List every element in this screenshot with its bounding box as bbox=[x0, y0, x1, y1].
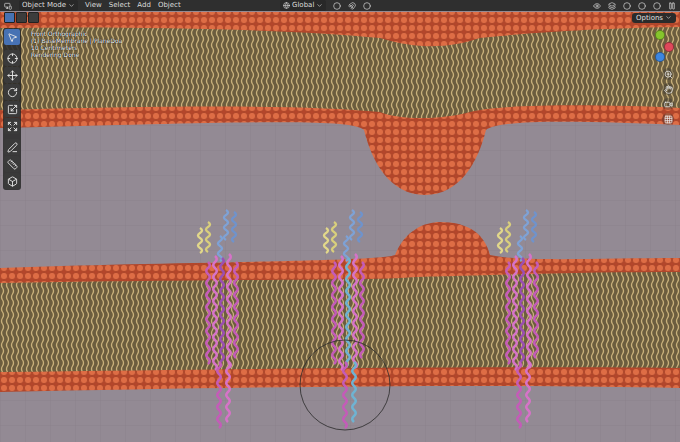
tool-button[interactable] bbox=[4, 50, 20, 66]
snap-icon[interactable] bbox=[348, 2, 356, 10]
tool-button[interactable] bbox=[4, 29, 20, 45]
menu-item[interactable]: Select bbox=[109, 0, 131, 11]
header-bar: Object Mode View Select Add Object Global bbox=[0, 0, 680, 11]
brush-circle-icon bbox=[300, 340, 390, 430]
tool-button[interactable] bbox=[4, 84, 20, 100]
measure-icon bbox=[7, 159, 18, 170]
info-line: 10 Centimeters bbox=[31, 44, 122, 51]
viewport-canvas[interactable] bbox=[0, 11, 680, 442]
scale-icon bbox=[7, 104, 18, 115]
axis-dot[interactable] bbox=[655, 52, 665, 62]
tool-button[interactable] bbox=[4, 156, 20, 172]
header-left: Object Mode View Select Add Object bbox=[4, 0, 274, 11]
tool-button[interactable] bbox=[4, 173, 20, 189]
move-icon bbox=[7, 70, 18, 81]
viewport-toolbar: Options bbox=[4, 12, 676, 23]
select-mode-button[interactable] bbox=[16, 12, 27, 23]
pause-icon[interactable] bbox=[668, 2, 676, 10]
chevron-icon bbox=[68, 2, 75, 9]
axis-dot[interactable] bbox=[655, 30, 665, 40]
cursor-icon bbox=[7, 53, 18, 64]
lower-membrane[interactable] bbox=[0, 222, 680, 392]
zoom-icon bbox=[664, 70, 673, 79]
header-center: Global bbox=[280, 0, 371, 11]
chevron-icon bbox=[316, 2, 323, 9]
tool-button[interactable] bbox=[4, 139, 20, 155]
upper-membrane[interactable] bbox=[0, 12, 680, 195]
visibility-icon[interactable] bbox=[593, 2, 601, 10]
blender-window: Object ModeViewSelectAddObjectGlobalOpti… bbox=[0, 0, 680, 442]
shading-solid-icon[interactable] bbox=[623, 2, 631, 10]
membrane-protein[interactable] bbox=[324, 210, 364, 428]
mode-dropdown[interactable]: Object Mode bbox=[19, 0, 78, 11]
viewport[interactable]: Options Front Orthographic(1) BaseMembran… bbox=[0, 11, 680, 442]
shading-rendered-icon[interactable] bbox=[653, 2, 661, 10]
viewport-info: Front Orthographic(1) BaseMembrane | Pla… bbox=[31, 30, 122, 58]
camera-icon bbox=[664, 100, 673, 109]
menu-item[interactable]: Object bbox=[158, 0, 181, 11]
shading-material-icon[interactable] bbox=[638, 2, 646, 10]
navigation-gizmo bbox=[644, 28, 674, 125]
zoom-button[interactable] bbox=[662, 68, 674, 80]
select-mode-button[interactable] bbox=[4, 12, 15, 23]
orientation-dropdown[interactable]: Global bbox=[280, 0, 326, 11]
info-line: Front Orthographic bbox=[31, 30, 122, 37]
nav-buttons bbox=[662, 68, 674, 125]
camera-button[interactable] bbox=[662, 98, 674, 110]
membrane-protein[interactable] bbox=[498, 210, 538, 428]
tool-button[interactable] bbox=[4, 67, 20, 83]
options-button[interactable]: Options bbox=[632, 13, 676, 23]
globe-icon bbox=[283, 2, 290, 9]
membrane-protein[interactable] bbox=[198, 210, 238, 428]
editor-type-icon[interactable] bbox=[4, 2, 12, 10]
transform-icon bbox=[7, 121, 18, 132]
hand-icon bbox=[664, 85, 673, 94]
select-mode-group bbox=[4, 12, 39, 23]
grid-icon bbox=[664, 115, 673, 124]
overlays-icon[interactable] bbox=[608, 2, 616, 10]
add-icon bbox=[7, 176, 18, 187]
pan-button[interactable] bbox=[662, 83, 674, 95]
axis-gizmo[interactable] bbox=[644, 28, 674, 64]
pivot-icon[interactable] bbox=[333, 2, 341, 10]
menu-item[interactable]: View bbox=[85, 0, 102, 11]
proportional-icon[interactable] bbox=[363, 2, 371, 10]
annotate-icon bbox=[7, 142, 18, 153]
tool-button[interactable] bbox=[4, 118, 20, 134]
rotate-icon bbox=[7, 87, 18, 98]
info-line: (1) BaseMembrane | PlaneDoa bbox=[31, 37, 122, 44]
select-icon bbox=[7, 32, 18, 43]
tool-bar bbox=[3, 28, 21, 190]
tool-button[interactable] bbox=[4, 101, 20, 117]
select-mode-button[interactable] bbox=[28, 12, 39, 23]
axis-dot[interactable] bbox=[664, 42, 674, 52]
chevron-icon bbox=[665, 14, 672, 21]
header-right bbox=[593, 2, 676, 10]
menu-item[interactable]: Add bbox=[137, 0, 151, 11]
ortho-button[interactable] bbox=[662, 113, 674, 125]
info-line: Rendering Done bbox=[31, 51, 122, 58]
